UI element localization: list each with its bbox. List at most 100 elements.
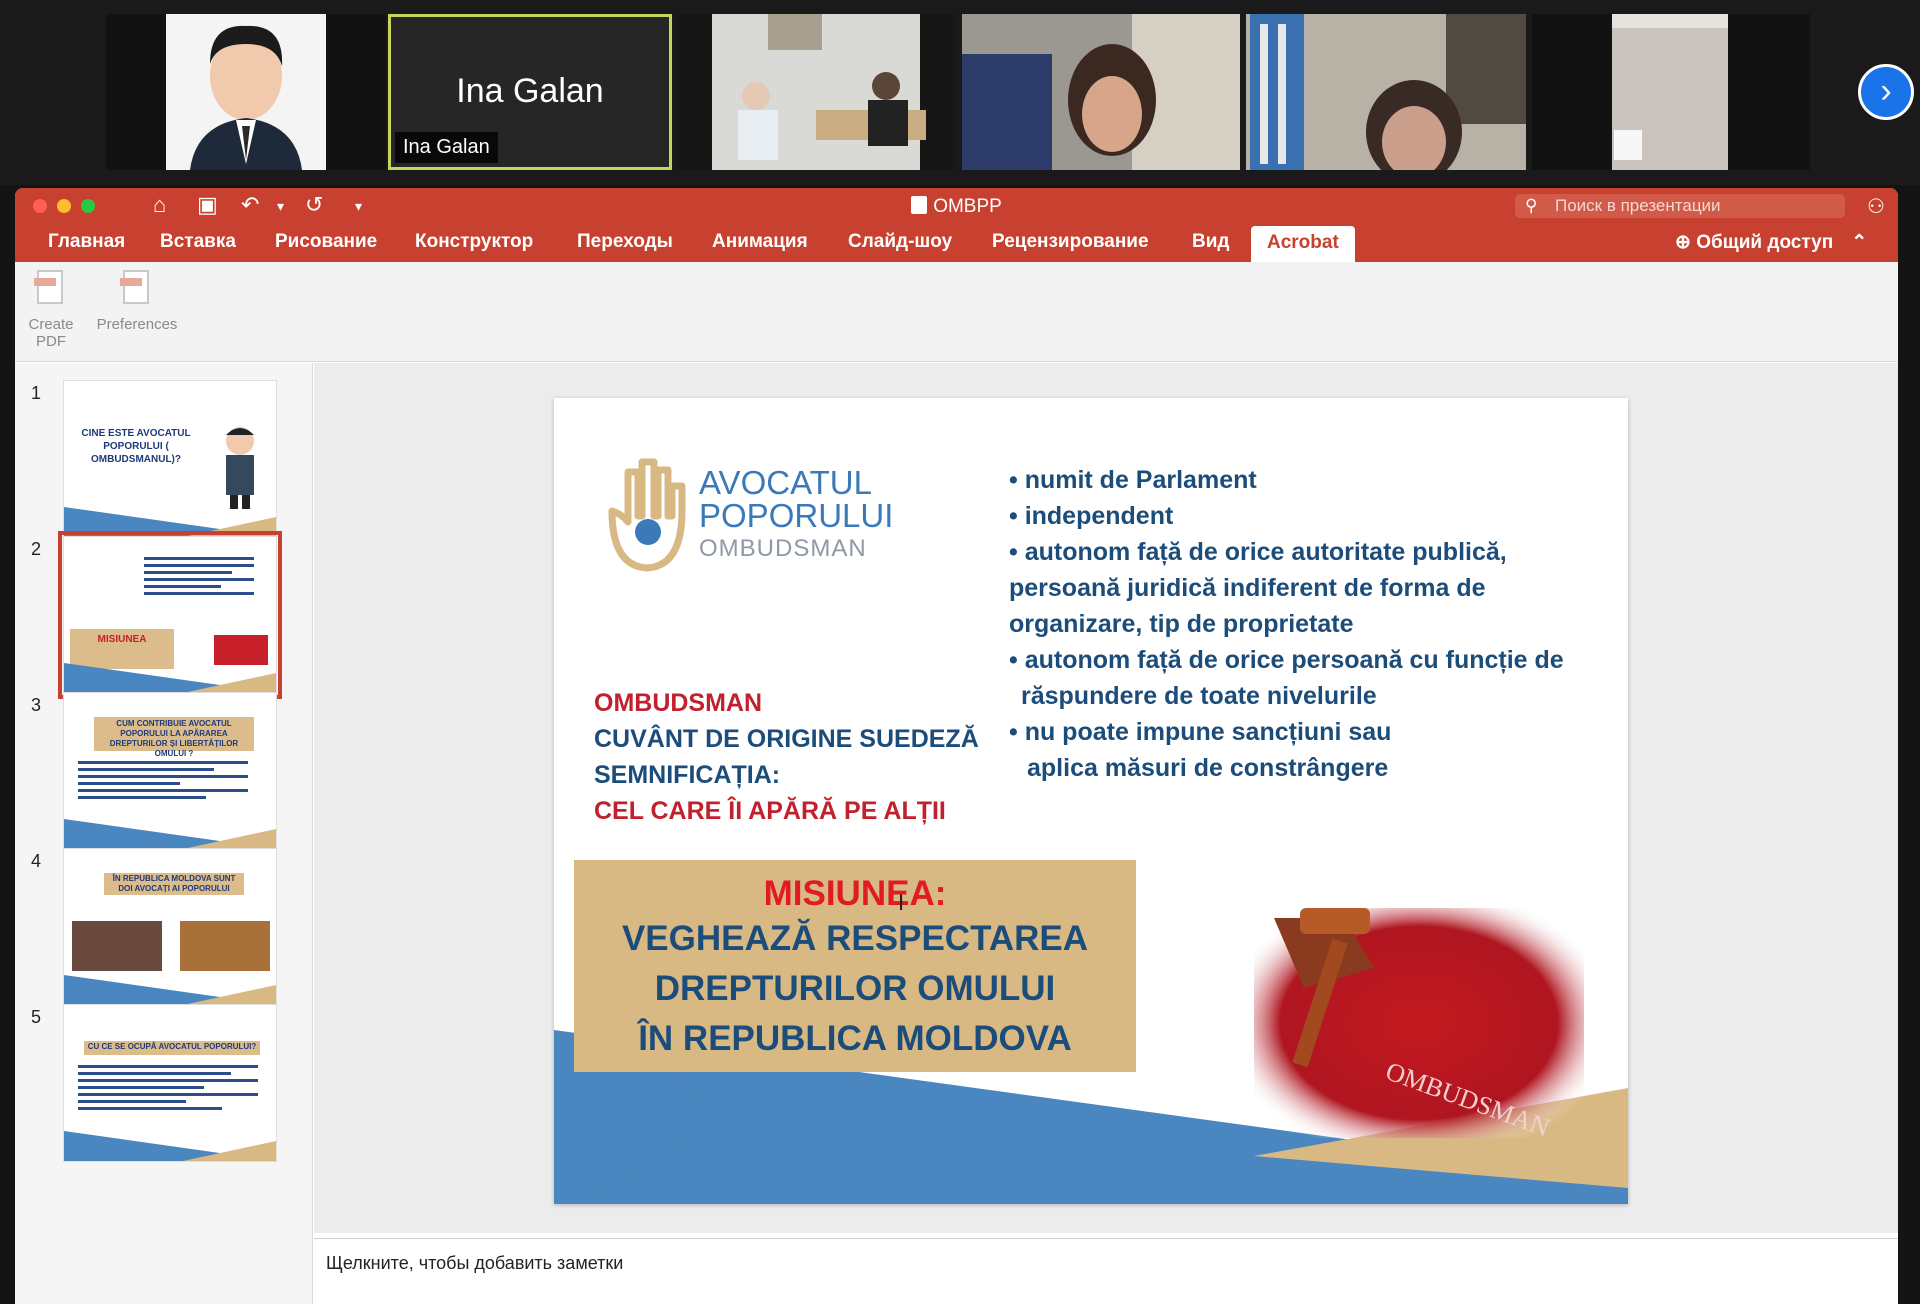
thumb-book-image <box>214 635 268 665</box>
notes-placeholder: Щелкните, чтобы добавить заметки <box>326 1253 624 1273</box>
cartoon-figure-image <box>226 427 254 509</box>
tab-design[interactable]: Конструктор <box>415 231 533 253</box>
thumb-photo-1 <box>72 921 162 971</box>
definition-line: SEMNIFICAȚIA: <box>594 761 781 789</box>
logo-line: POPORULUI <box>699 497 894 534</box>
thumb-wave <box>64 507 276 537</box>
thumb-title: CU CE SE OCUPĂ AVOCATUL POPORULUI? <box>87 1042 257 1051</box>
participant-tile[interactable] <box>676 14 956 170</box>
participant-strip: Ina Galan Ina Galan › <box>0 0 1920 185</box>
mission-line: VEGHEAZĂ RESPECTAREA <box>621 919 1089 958</box>
participant-tile[interactable] <box>1532 14 1810 170</box>
collapse-ribbon-icon[interactable]: ⌃ <box>1851 232 1867 253</box>
mission-heading: MISIUNEA: <box>763 874 947 913</box>
slide-number: 2 <box>31 539 42 559</box>
notes-pane[interactable]: Щелкните, чтобы добавить заметки <box>314 1238 1898 1304</box>
bullet-item: • autonom față de orice persoană cu func… <box>1009 646 1564 674</box>
mission-line: DREPTURILOR OMULUI <box>654 969 1056 1008</box>
thumb-wave <box>64 1131 276 1161</box>
mission-line: ÎN REPUBLICA MOLDOVA <box>638 1019 1072 1058</box>
ombudsman-book-gavel-image: OMBUDSMAN <box>1254 908 1584 1143</box>
mission-box: MISIUNEA: VEGHEAZĂ RESPECTAREA DREPTURIL… <box>574 860 1136 1072</box>
slide-thumbnail-2[interactable]: MISIUNEA <box>58 531 282 699</box>
slide-thumbnail-pane: 1 CINE ESTE AVOCATUL POPORULUI ( OMBUDSM… <box>15 363 313 1304</box>
logo-line: AVOCATUL <box>699 464 872 501</box>
definition-line: OMBUDSMAN <box>594 689 763 717</box>
ribbon-tabs: Главная Вставка Рисование Конструктор Пе… <box>15 223 1898 262</box>
account-icon[interactable]: ⚇ <box>1867 194 1891 218</box>
tool-label: Preferences <box>96 316 178 333</box>
slide-number: 4 <box>31 851 42 871</box>
tab-review[interactable]: Рецензирование <box>992 231 1149 253</box>
definition-line: CEL CARE ÎI APĂRĂ PE ALȚII <box>594 797 946 825</box>
ombudsman-logo-text: AVOCATUL POPORULUI OMBUDSMAN <box>699 466 893 565</box>
chevron-right-icon: › <box>1880 72 1892 110</box>
participant-video <box>1246 14 1526 170</box>
bullet-item: • nu poate impune sancțiuni sau <box>1009 718 1392 746</box>
thumb-wave <box>64 975 276 1005</box>
tab-slideshow[interactable]: Слайд-шоу <box>848 231 952 253</box>
definition-line: CUVÂNT DE ORIGINE SUEDEZĂ <box>594 725 979 753</box>
bullet-item: persoană juridică indiferent de forma de <box>1009 574 1486 602</box>
thumb-title: ÎN REPUBLICA MOLDOVA SUNT DOI AVOCAȚI AI… <box>112 874 236 893</box>
bullet-item: organizare, tip de proprietate <box>1009 610 1354 638</box>
tool-label: Create <box>28 316 74 333</box>
thumb-text-lines <box>78 757 248 803</box>
text-cursor-icon: I <box>898 890 905 915</box>
tab-animations[interactable]: Анимация <box>712 231 808 253</box>
tab-draw[interactable]: Рисование <box>275 231 377 253</box>
slide-number: 1 <box>31 383 42 403</box>
logo-line: OMBUDSMAN <box>699 535 867 562</box>
search-presentation-input[interactable]: ⚲ Поиск в презентации <box>1515 194 1845 218</box>
preferences-button[interactable]: Preferences <box>89 270 185 333</box>
search-placeholder: Поиск в презентации <box>1555 196 1721 215</box>
participant-video <box>106 14 386 170</box>
ombudsman-definition: OMBUDSMAN CUVÂNT DE ORIGINE SUEDEZĂ SEMN… <box>594 685 979 829</box>
slide-thumbnail-1[interactable]: CINE ESTE AVOCATUL POPORULUI ( OMBUDSMAN… <box>63 380 277 538</box>
slide-number: 5 <box>31 1007 42 1027</box>
participant-video <box>676 14 956 170</box>
next-participants-button[interactable]: › <box>1858 64 1914 120</box>
participant-tile[interactable] <box>106 14 386 170</box>
participant-video <box>962 14 1240 170</box>
thumb-wave <box>64 819 276 849</box>
bullet-item: aplica măsuri de constrângere <box>1027 754 1389 782</box>
tab-view[interactable]: Вид <box>1192 231 1229 253</box>
slide-thumbnail-5[interactable]: CU CE SE OCUPĂ AVOCATUL POPORULUI? <box>63 1004 277 1162</box>
slide-thumbnail-4[interactable]: ÎN REPUBLICA MOLDOVA SUNT DOI AVOCAȚI AI… <box>63 848 277 1006</box>
bullet-item: răspundere de toate nivelurile <box>1021 682 1377 710</box>
thumb-title: CINE ESTE AVOCATUL POPORULUI ( OMBUDSMAN… <box>81 428 191 465</box>
tab-acrobat[interactable]: Acrobat <box>1251 226 1355 262</box>
thumb-title: CUM CONTRIBUIE AVOCATUL POPORULUI LA APĂ… <box>109 719 239 758</box>
thumb-title: MISIUNEA <box>97 634 147 645</box>
bullet-item: • independent <box>1009 502 1174 530</box>
thumb-text-lines <box>144 553 254 599</box>
thumb-photo-2 <box>180 921 270 971</box>
bullet-item: • numit de Parlament <box>1009 466 1257 494</box>
participant-tile-active[interactable]: Ina Galan Ina Galan <box>388 14 672 170</box>
thumb-wave <box>64 663 276 693</box>
participant-tile[interactable] <box>1246 14 1526 170</box>
slide-number: 3 <box>31 695 42 715</box>
slide-thumbnail-3[interactable]: CUM CONTRIBUIE AVOCATUL POPORULUI LA APĂ… <box>63 692 277 850</box>
preferences-icon <box>117 270 157 312</box>
current-slide[interactable]: AVOCATUL POPORULUI OMBUDSMAN • numit de … <box>554 398 1628 1204</box>
create-pdf-button[interactable]: Create PDF <box>23 270 79 350</box>
acrobat-toolbar: Create PDF Preferences <box>15 262 1898 362</box>
share-button[interactable]: ⊕ Общий доступ ⌃ <box>1675 231 1867 254</box>
thumb-text-lines <box>78 1061 258 1114</box>
tab-transitions[interactable]: Переходы <box>577 231 673 253</box>
slide-bullet-list: • numit de Parlament • independent • aut… <box>1009 462 1609 786</box>
powerpoint-file-icon <box>911 196 928 214</box>
participant-tile[interactable] <box>962 14 1240 170</box>
create-pdf-icon <box>31 270 71 312</box>
tab-home[interactable]: Главная <box>48 231 125 253</box>
tab-insert[interactable]: Вставка <box>160 231 236 253</box>
tool-label: PDF <box>36 333 66 350</box>
title-bar: ⌂ ▣ ↶ ▾ ↺ ▾ OMBPP ⚲ Поиск в презентации … <box>15 188 1898 223</box>
participant-name-tag: Ina Galan <box>395 132 498 163</box>
share-label: Общий доступ <box>1696 232 1834 253</box>
ombudsman-logo-icon <box>608 458 686 572</box>
participant-video <box>1532 14 1810 170</box>
search-icon: ⚲ <box>1525 196 1538 215</box>
